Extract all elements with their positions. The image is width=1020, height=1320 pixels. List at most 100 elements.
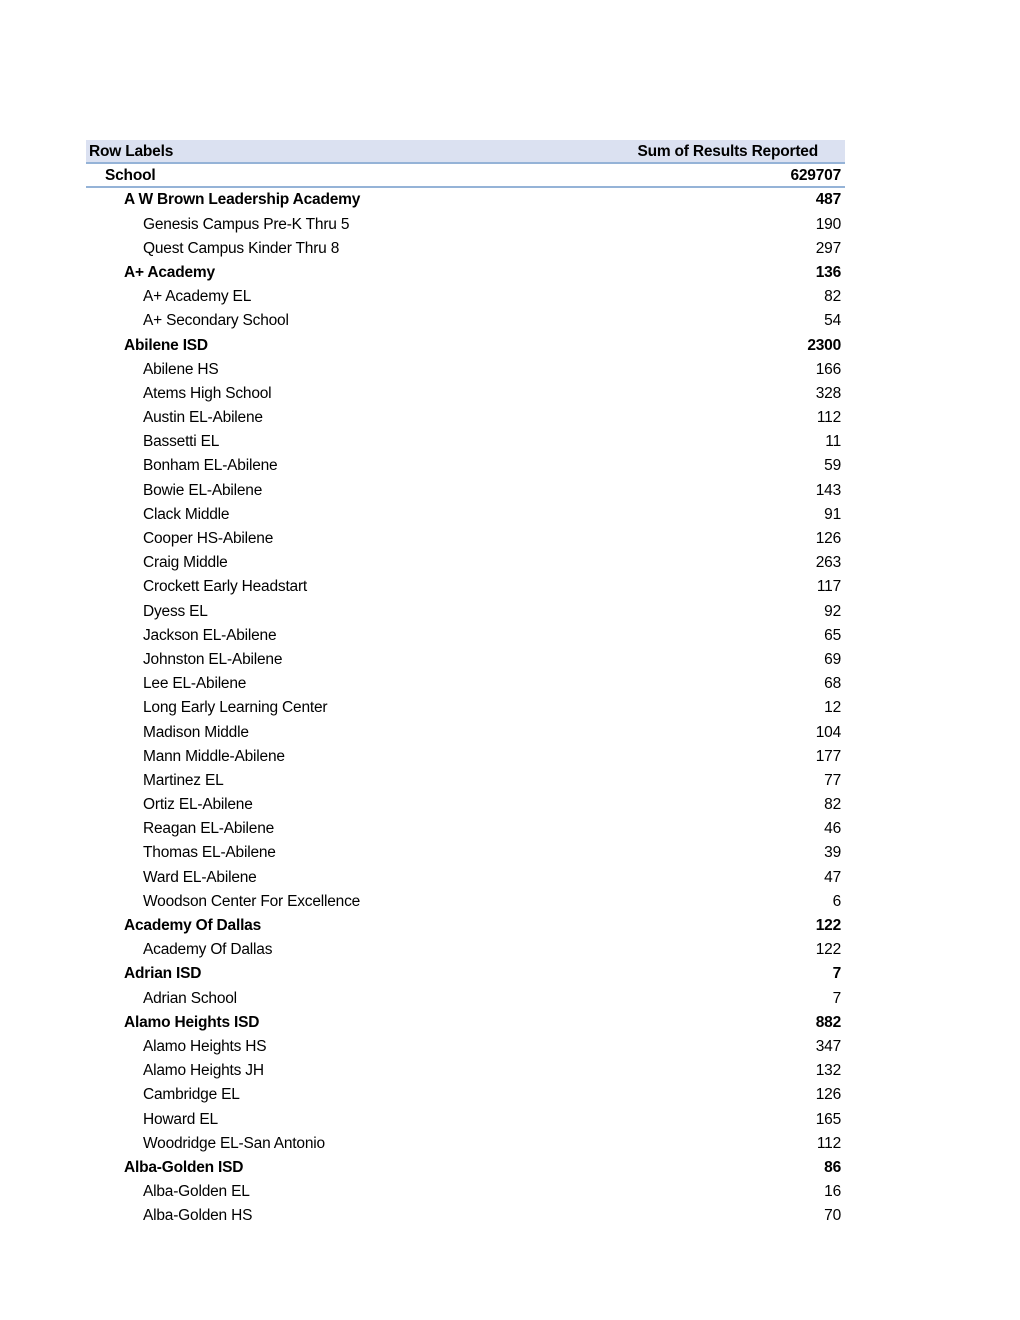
school-label: Quest Campus Kinder Thru 8 [143,239,340,257]
school-label: Cooper HS-Abilene [143,530,274,547]
school-value: 112 [816,1134,841,1152]
school-row[interactable]: Thomas EL-Abilene 39 [86,841,845,865]
school-row[interactable]: Alba-Golden HS 70 [86,1204,845,1228]
value-field-header[interactable]: Sum of Results Reported [637,140,818,164]
school-row[interactable]: Mann Middle-Abilene 177 [86,745,845,769]
school-row[interactable]: Reagan EL-Abilene 46 [86,817,845,841]
group-row[interactable]: Academy Of Dallas 122 [86,914,845,938]
school-value: 122 [815,941,841,959]
root-total: 629707 [790,167,841,185]
school-label: Bonham EL-Abilene [143,457,278,475]
school-value: 177 [815,747,841,765]
group-row[interactable]: Abilene ISD 2300 [86,334,845,358]
school-value: 132 [815,1062,841,1080]
school-row[interactable]: Woodson Center For Excellence 6 [86,890,845,914]
school-row[interactable]: Academy Of Dallas 122 [86,938,845,962]
group-total: 122 [815,917,841,934]
school-row[interactable]: Bowie EL-Abilene 143 [86,479,845,503]
school-row[interactable]: Ward EL-Abilene 47 [86,866,845,890]
school-row[interactable]: Cambridge EL 126 [86,1083,845,1107]
school-label: Academy Of Dallas [143,941,273,959]
school-value: 59 [824,457,841,475]
school-label: Ortiz EL-Abilene [143,796,253,814]
school-value: 190 [815,215,841,233]
school-row[interactable]: Crockett Early Headstart 117 [86,575,845,599]
group-row[interactable]: Alamo Heights ISD 882 [86,1011,845,1035]
school-value: 11 [825,433,841,451]
school-label: A+ Secondary School [143,312,289,330]
group-row[interactable]: A W Brown Leadership Academy 487 [86,188,845,212]
school-label: Mann Middle-Abilene [143,747,285,765]
root-label: School [105,167,156,185]
school-row[interactable]: Alamo Heights HS 347 [86,1035,845,1059]
school-label: Reagan EL-Abilene [143,820,275,838]
pivot-root-row[interactable]: School 629707 [86,164,845,189]
school-row[interactable]: Lee EL-Abilene 68 [86,672,845,696]
group-total: 487 [815,191,841,209]
school-row[interactable]: Genesis Campus Pre-K Thru 5 190 [86,213,845,237]
pivot-table: Row Labels Sum of Results Reported Schoo… [86,140,845,1228]
school-value: 297 [815,239,841,257]
school-row[interactable]: Austin EL-Abilene 112 [86,406,845,430]
school-label: Alba-Golden EL [143,1183,250,1201]
school-label: Jackson EL-Abilene [143,626,277,644]
group-row[interactable]: Alba-Golden ISD 86 [86,1156,845,1180]
school-row[interactable]: Atems High School 328 [86,382,845,406]
school-row[interactable]: Abilene HS 166 [86,358,845,382]
school-value: 16 [824,1183,841,1201]
school-value: 126 [815,530,841,547]
school-value: 166 [815,360,841,378]
school-row[interactable]: Alba-Golden EL 16 [86,1180,845,1204]
group-total: 2300 [807,336,841,354]
school-row[interactable]: A+ Academy EL 82 [86,285,845,309]
school-value: 91 [824,505,841,523]
school-value: 12 [824,699,841,717]
school-label: Alamo Heights JH [143,1062,264,1080]
school-row[interactable]: Craig Middle 263 [86,551,845,575]
school-value: 70 [824,1207,841,1225]
row-labels-header[interactable]: Row Labels [89,140,173,164]
school-label: Long Early Learning Center [143,699,328,717]
group-label: Alba-Golden ISD [124,1158,244,1176]
school-row[interactable]: Madison Middle 104 [86,721,845,745]
school-row[interactable]: Bassetti EL 11 [86,430,845,454]
school-row[interactable]: Cooper HS-Abilene 126 [86,527,845,551]
school-value: 104 [815,723,841,741]
school-row[interactable]: Woodridge EL-San Antonio 112 [86,1132,845,1156]
school-row[interactable]: A+ Secondary School 54 [86,309,845,333]
school-row[interactable]: Adrian School 7 [86,987,845,1011]
school-value: 347 [815,1037,841,1055]
school-row[interactable]: Alamo Heights JH 132 [86,1059,845,1083]
school-row[interactable]: Jackson EL-Abilene 65 [86,624,845,648]
school-value: 112 [816,409,841,427]
school-row[interactable]: Ortiz EL-Abilene 82 [86,793,845,817]
school-row[interactable]: Bonham EL-Abilene 59 [86,454,845,478]
school-label: Howard EL [143,1110,218,1128]
group-label: A+ Academy [124,263,215,281]
school-value: 6 [832,892,842,910]
school-value: 77 [824,771,841,789]
school-value: 82 [824,796,841,814]
school-label: Abilene HS [143,360,219,378]
school-label: Bowie EL-Abilene [143,481,263,499]
school-row[interactable]: Howard EL 165 [86,1108,845,1132]
group-label: Alamo Heights ISD [124,1013,260,1031]
school-row[interactable]: Dyess EL 92 [86,600,845,624]
group-row[interactable]: A+ Academy 136 [86,261,845,285]
group-label: Abilene ISD [124,336,208,354]
school-label: Genesis Campus Pre-K Thru 5 [143,215,350,233]
school-label: Woodridge EL-San Antonio [143,1134,325,1152]
school-value: 165 [815,1110,841,1128]
group-total: 7 [832,965,842,983]
group-row[interactable]: Adrian ISD 7 [86,962,845,986]
school-row[interactable]: Long Early Learning Center 12 [86,696,845,720]
school-value: 65 [824,626,841,644]
school-label: A+ Academy EL [143,288,252,306]
school-row[interactable]: Martinez EL 77 [86,769,845,793]
school-row[interactable]: Quest Campus Kinder Thru 8 297 [86,237,845,261]
school-label: Craig Middle [143,554,228,572]
school-row[interactable]: Johnston EL-Abilene 69 [86,648,845,672]
school-row[interactable]: Clack Middle 91 [86,503,845,527]
school-label: Woodson Center For Excellence [143,892,361,910]
school-label: Dyess EL [143,602,208,620]
